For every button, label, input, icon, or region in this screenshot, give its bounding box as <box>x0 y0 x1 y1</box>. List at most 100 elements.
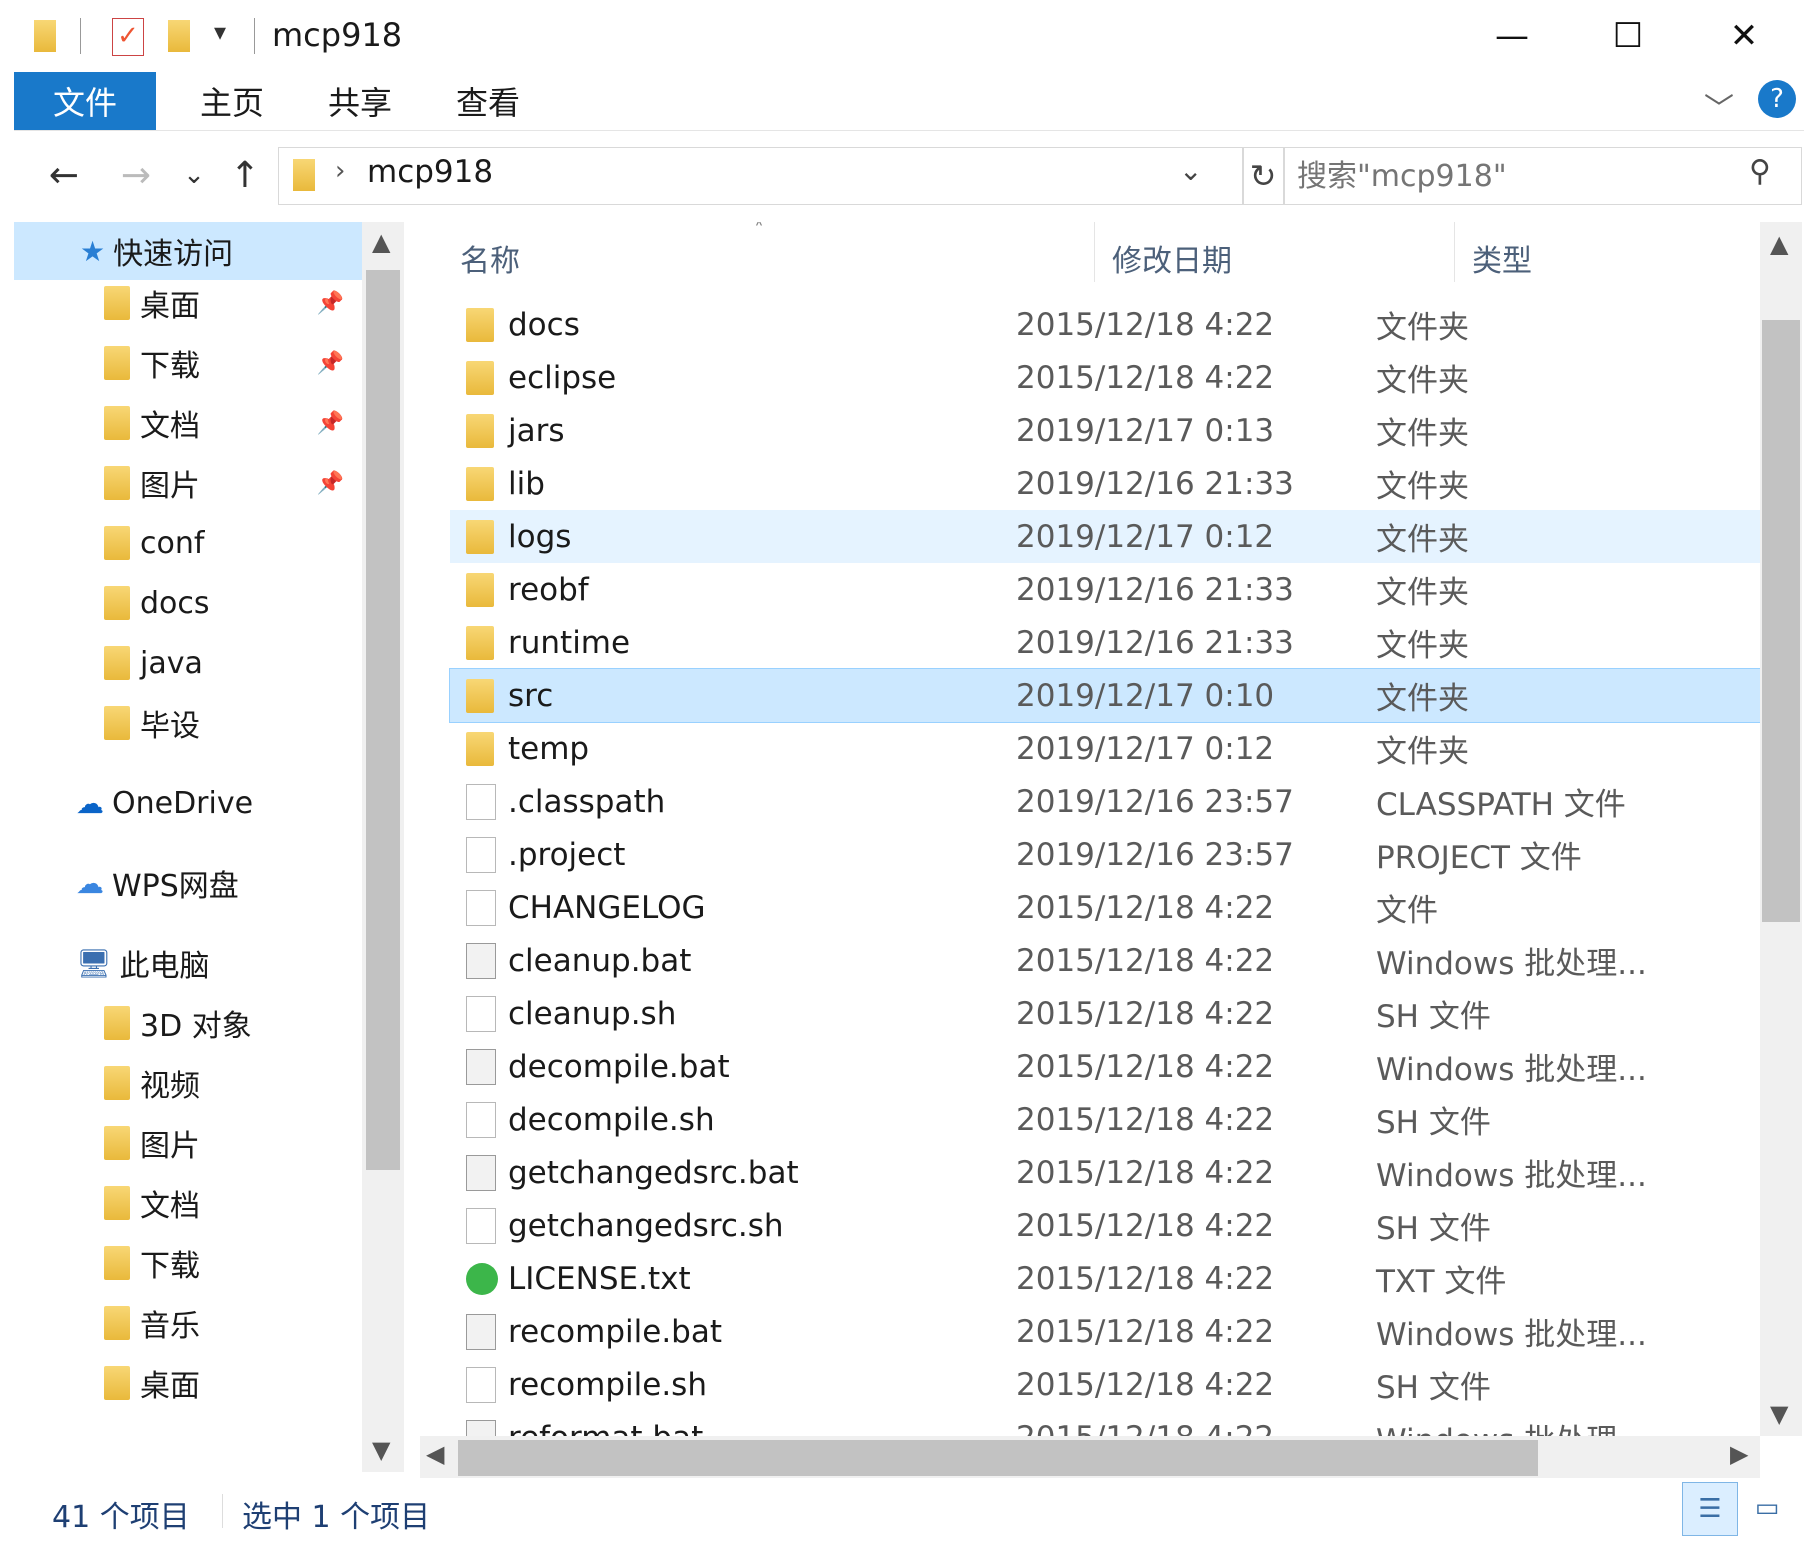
file-row[interactable]: getchangedsrc.bat 2015/12/18 4:22 Windows … <box>450 1146 1760 1199</box>
sidebar-item-pc-downloads[interactable]: 下载 <box>14 1234 362 1292</box>
pin-icon[interactable]: 📌 <box>317 351 344 376</box>
scrollbar-thumb[interactable] <box>366 270 400 1170</box>
up-button[interactable]: ↑ <box>222 147 268 203</box>
file-row[interactable]: decompile.bat 2015/12/18 4:22 Windows 批处理.… <box>450 1040 1760 1093</box>
forward-button[interactable]: → <box>108 147 164 203</box>
file-row[interactable]: .project 2019/12/16 23:57 PROJECT 文件 <box>450 828 1760 881</box>
pin-icon[interactable]: 📌 <box>317 291 344 316</box>
breadcrumb[interactable]: mcp918 <box>367 154 493 190</box>
file-name: CHANGELOG <box>508 889 706 926</box>
sidebar-item-pc-desktop[interactable]: 桌面 <box>14 1354 362 1412</box>
maximize-button[interactable]: ☐ <box>1570 6 1686 66</box>
column-header-name[interactable]: 名称 <box>460 232 520 284</box>
close-button[interactable]: ✕ <box>1686 6 1802 66</box>
file-row[interactable]: cleanup.sh 2015/12/18 4:22 SH 文件 <box>450 987 1760 1040</box>
sidebar-item-bishe[interactable]: 毕设 <box>14 694 362 752</box>
file-date: 2015/12/18 4:22 <box>1016 889 1275 926</box>
file-name: .classpath <box>508 783 666 820</box>
column-divider[interactable] <box>1454 222 1455 282</box>
sidebar-item-pc-pictures[interactable]: 图片 <box>14 1114 362 1172</box>
pin-icon[interactable]: 📌 <box>317 471 344 496</box>
file-row[interactable]: src 2019/12/17 0:10 文件夹 <box>449 668 1761 723</box>
tab-file[interactable]: 文件 <box>14 72 156 130</box>
sidebar-item-pictures[interactable]: 图片 📌 <box>14 454 362 512</box>
column-header-type[interactable]: 类型 <box>1472 232 1532 284</box>
sidebar-item-pc-documents[interactable]: 文档 <box>14 1174 362 1232</box>
sidebar-item-wps[interactable]: ☁ WPS网盘 <box>14 854 362 912</box>
file-row[interactable]: LICENSE.txt 2015/12/18 4:22 TXT 文件 <box>450 1252 1760 1305</box>
text-file-icon <box>466 1262 498 1295</box>
file-row[interactable]: lib 2019/12/16 21:33 文件夹 <box>450 457 1760 510</box>
sidebar-item-videos[interactable]: 视频 <box>14 1054 362 1112</box>
sidebar-item-java[interactable]: java <box>14 634 362 692</box>
sidebar-item-conf[interactable]: conf <box>14 514 362 572</box>
sidebar-item-onedrive[interactable]: ☁ OneDrive <box>14 774 362 832</box>
scroll-down-icon[interactable]: ▼ <box>372 1436 390 1464</box>
file-row[interactable]: getchangedsrc.sh 2015/12/18 4:22 SH 文件 <box>450 1199 1760 1252</box>
file-type: 文件夹 <box>1376 575 1469 611</box>
file-row[interactable]: temp 2019/12/17 0:12 文件夹 <box>450 722 1760 775</box>
file-row[interactable]: recompile.sh 2015/12/18 4:22 SH 文件 <box>450 1358 1760 1411</box>
recent-locations-button[interactable]: ⌄ <box>174 147 214 203</box>
file-date: 2019/12/16 21:33 <box>1016 571 1294 608</box>
folder-icon <box>34 20 56 52</box>
sidebar-item-music[interactable]: 音乐 <box>14 1294 362 1352</box>
file-row[interactable]: eclipse 2015/12/18 4:22 文件夹 <box>450 351 1760 404</box>
file-row[interactable]: cleanup.bat 2015/12/18 4:22 Windows 批处理... <box>450 934 1760 987</box>
file-row[interactable]: logs 2019/12/17 0:12 文件夹 <box>450 510 1760 563</box>
address-dropdown-icon[interactable]: ⌄ <box>1179 154 1202 187</box>
file-type: SH 文件 <box>1376 1105 1491 1141</box>
file-row[interactable]: docs 2015/12/18 4:22 文件夹 <box>450 298 1760 351</box>
scroll-up-icon[interactable]: ▲ <box>372 228 390 256</box>
large-icons-view-button[interactable]: ▭ <box>1740 1482 1794 1534</box>
file-name: reobf <box>508 571 589 608</box>
file-row[interactable]: CHANGELOG 2015/12/18 4:22 文件 <box>450 881 1760 934</box>
refresh-button[interactable]: ↻ <box>1242 147 1284 205</box>
scrollbar-thumb[interactable] <box>458 1440 1538 1476</box>
address-bar[interactable]: › mcp918 ⌄ <box>278 147 1244 205</box>
scroll-down-icon[interactable]: ▼ <box>1770 1400 1788 1428</box>
file-row[interactable]: recompile.bat 2015/12/18 4:22 Windows 批处理.… <box>450 1305 1760 1358</box>
scroll-left-icon[interactable]: ◀ <box>426 1440 444 1468</box>
sidebar-scrollbar[interactable]: ▲ ▼ <box>362 222 404 1472</box>
pin-icon[interactable]: 📌 <box>317 411 344 436</box>
tab-home[interactable]: 主页 <box>174 72 290 130</box>
sidebar-item-downloads[interactable]: 下载 📌 <box>14 334 362 392</box>
scroll-up-icon[interactable]: ▲ <box>1770 230 1788 258</box>
help-icon[interactable]: ? <box>1758 80 1796 118</box>
properties-icon[interactable]: ✓ <box>112 18 144 56</box>
sidebar-item-desktop[interactable]: 桌面 📌 <box>14 274 362 332</box>
tab-view[interactable]: 查看 <box>430 72 546 130</box>
file-row[interactable]: runtime 2019/12/16 21:33 文件夹 <box>450 616 1760 669</box>
new-folder-icon[interactable] <box>168 20 190 52</box>
file-row[interactable]: reformat.bat 2015/12/18 4:22 Windows 批处理..… <box>450 1411 1760 1436</box>
sidebar-item-quick-access[interactable]: ★ 快速访问 <box>14 222 362 280</box>
batch-file-icon <box>466 1419 496 1436</box>
sidebar-item-documents[interactable]: 文档 📌 <box>14 394 362 452</box>
file-name: temp <box>508 730 590 767</box>
sidebar-item-this-pc[interactable]: 🖥 此电脑 <box>14 934 362 992</box>
details-view-button[interactable]: ☰ <box>1682 1482 1738 1536</box>
sidebar-item-3d-objects[interactable]: 3D 对象 <box>14 994 362 1052</box>
chevron-right-icon[interactable]: › <box>335 156 345 186</box>
column-header-date[interactable]: 修改日期 <box>1112 232 1232 284</box>
file-row[interactable]: reobf 2019/12/16 21:33 文件夹 <box>450 563 1760 616</box>
file-name: runtime <box>508 624 631 661</box>
search-box[interactable]: ⚲ <box>1284 147 1802 205</box>
search-input[interactable] <box>1295 154 1739 198</box>
minimize-button[interactable]: — <box>1454 6 1570 66</box>
expand-ribbon-icon[interactable]: ﹀ <box>1704 84 1734 128</box>
scroll-right-icon[interactable]: ▶ <box>1730 1440 1748 1468</box>
column-divider[interactable] <box>1094 222 1095 282</box>
customize-toolbar-icon[interactable]: ▾ <box>214 18 226 46</box>
file-row[interactable]: jars 2019/12/17 0:13 文件夹 <box>450 404 1760 457</box>
sidebar-item-docs[interactable]: docs <box>14 574 362 632</box>
scrollbar-thumb[interactable] <box>1762 320 1800 922</box>
file-row[interactable]: .classpath 2019/12/16 23:57 CLASSPATH 文件 <box>450 775 1760 828</box>
tab-share[interactable]: 共享 <box>302 72 418 130</box>
file-date: 2015/12/18 4:22 <box>1016 942 1275 979</box>
item-count: 41 个项目 <box>52 1500 190 1535</box>
back-button[interactable]: ← <box>36 147 92 203</box>
pictures-folder-icon <box>104 466 130 500</box>
file-row[interactable]: decompile.sh 2015/12/18 4:22 SH 文件 <box>450 1093 1760 1146</box>
